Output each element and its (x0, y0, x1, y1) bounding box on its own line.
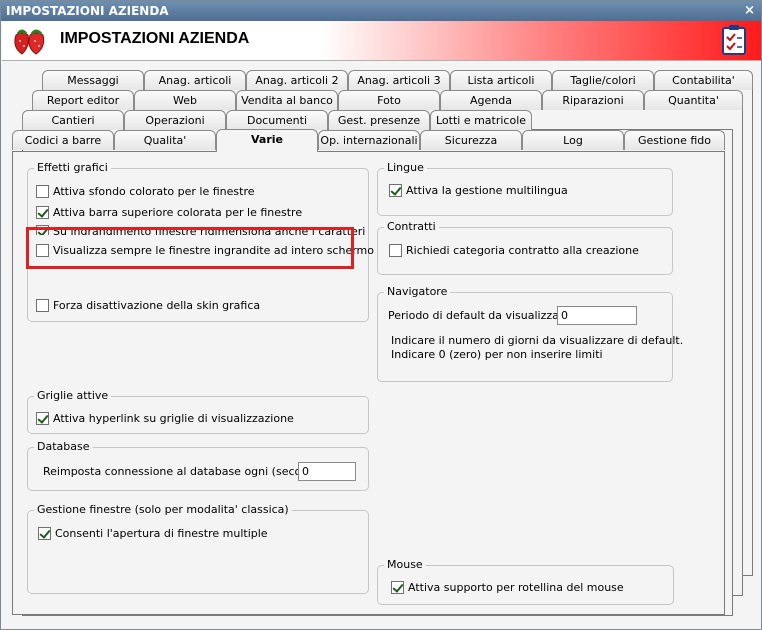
tab-quantita[interactable]: Quantita' (644, 90, 743, 110)
finestre-multiple-checkbox[interactable]: Consenti l'apertura di finestre multiple (38, 527, 268, 540)
navigatore-note-1: Indicare il numero di giorni da visualiz… (391, 334, 684, 347)
checkmark-icon (36, 412, 49, 425)
gestione-finestre-group: Gestione finestre (solo per modalita' cl… (27, 503, 369, 594)
navigatore-label: Navigatore (384, 285, 451, 299)
periodo-default-input[interactable]: 0 (557, 306, 637, 325)
checkbox-icon (36, 299, 49, 312)
lingue-group: Lingue Attiva la gestione multilingua (377, 161, 673, 216)
header-banner: IMPOSTAZIONI AZIENDA (2, 21, 761, 61)
highlight-annotation-box (26, 227, 354, 269)
gestione-finestre-label: Gestione finestre (solo per modalita' cl… (34, 503, 292, 517)
barra-superiore-checkbox[interactable]: Attiva barra superiore colorata per le f… (36, 206, 302, 219)
checkbox-icon (389, 244, 402, 257)
mouse-label: Mouse (384, 558, 426, 572)
header-title: IMPOSTAZIONI AZIENDA (60, 30, 250, 47)
griglie-attive-label: Griglie attive (34, 389, 112, 403)
checkbox-icon (36, 185, 49, 198)
checkbox-label: Forza disattivazione della skin grafica (53, 299, 261, 312)
rotellina-mouse-checkbox[interactable]: Attiva supporto per rotellina del mouse (391, 581, 624, 594)
disattiva-skin-checkbox[interactable]: Forza disattivazione della skin grafica (36, 299, 260, 312)
contratti-group: Contratti Richiedi categoria contratto a… (377, 220, 673, 275)
database-group: Database Reimposta connessione al databa… (27, 440, 369, 491)
settings-window: IMPOSTAZIONI AZIENDA × IMPOSTAZIONI AZIE… (0, 0, 762, 630)
tab-web[interactable]: Web (134, 90, 236, 110)
periodo-default-label: Periodo di default da visualizzare : (388, 309, 578, 322)
effetti-grafici-label: Effetti grafici (34, 161, 111, 175)
mouse-group: Mouse Attiva supporto per rotellina del … (377, 558, 674, 605)
checkbox-label: Attiva la gestione multilingua (406, 184, 568, 197)
strawberry-logo-icon (14, 29, 45, 55)
tab-agenda[interactable]: Agenda (440, 90, 542, 110)
tab-codici-a-barre[interactable]: Codici a barre (12, 130, 114, 150)
checkbox-label: Attiva supporto per rotellina del mouse (408, 581, 624, 594)
tab-gest-presenze[interactable]: Gest. presenze (328, 110, 430, 130)
tab-anag-articoli-2[interactable]: Anag. articoli 2 (246, 70, 348, 90)
checklist-icon (722, 25, 746, 55)
checkbox-label: Consenti l'apertura di finestre multiple (55, 527, 268, 540)
tab-anag-articoli-3[interactable]: Anag. articoli 3 (348, 70, 450, 90)
close-icon[interactable]: × (744, 1, 755, 21)
checkbox-label: Richiedi categoria contratto alla creazi… (406, 244, 639, 257)
tab-varie[interactable]: Varie (216, 129, 318, 152)
tab-report-editor[interactable]: Report editor (32, 90, 134, 110)
reimposta-connessione-label: Reimposta connessione al database ogni (… (43, 465, 330, 478)
sfondo-colorato-checkbox[interactable]: Attiva sfondo colorato per le finestre (36, 185, 255, 198)
tab-foto[interactable]: Foto (338, 90, 440, 110)
tab-lista-articoli[interactable]: Lista articoli (450, 70, 552, 90)
tab-sicurezza[interactable]: Sicurezza (420, 130, 522, 150)
tab-gestione-fido[interactable]: Gestione fido (624, 130, 725, 150)
tab-lotti-e-matricole[interactable]: Lotti e matricole (430, 110, 532, 130)
checkmark-icon (389, 184, 402, 197)
checkmark-icon (391, 581, 404, 594)
tab-anag-articoli[interactable]: Anag. articoli (144, 70, 246, 90)
tab-vendita-al-banco[interactable]: Vendita al banco (236, 90, 338, 110)
tab-riparazioni[interactable]: Riparazioni (542, 90, 644, 110)
categoria-contratto-checkbox[interactable]: Richiedi categoria contratto alla creazi… (389, 244, 639, 257)
griglie-attive-group: Griglie attive Attiva hyperlink su grigl… (27, 389, 369, 434)
window-title: IMPOSTAZIONI AZIENDA (6, 4, 169, 18)
tab-taglie-colori[interactable]: Taglie/colori (552, 70, 654, 90)
tab-qualita[interactable]: Qualita' (114, 130, 216, 150)
hyperlink-griglie-checkbox[interactable]: Attiva hyperlink su griglie di visualizz… (36, 412, 294, 425)
checkbox-label: Attiva sfondo colorato per le finestre (53, 185, 255, 198)
varie-tab-panel: Effetti grafici Attiva sfondo colorato p… (12, 151, 725, 615)
navigatore-group: Navigatore Periodo di default da visuali… (377, 285, 683, 382)
checkbox-label: Attiva barra superiore colorata per le f… (53, 206, 303, 219)
tab-log[interactable]: Log (522, 130, 624, 150)
tab-operazioni[interactable]: Operazioni (124, 110, 226, 130)
navigatore-note-2: Indicare 0 (zero) per non inserire limit… (391, 348, 603, 361)
contratti-label: Contratti (384, 220, 439, 234)
checkbox-label: Attiva hyperlink su griglie di visualizz… (53, 412, 294, 425)
reimposta-connessione-input[interactable]: 0 (298, 462, 356, 481)
tab-contabilita[interactable]: Contabilita' (654, 70, 753, 90)
database-label: Database (34, 440, 93, 454)
checkmark-icon (38, 527, 51, 540)
multilingua-checkbox[interactable]: Attiva la gestione multilingua (389, 184, 568, 197)
checkmark-icon (36, 206, 49, 219)
lingue-label: Lingue (384, 161, 427, 175)
title-bar: IMPOSTAZIONI AZIENDA × (1, 1, 761, 21)
tab-messaggi[interactable]: Messaggi (42, 70, 144, 90)
tab-cantieri[interactable]: Cantieri (22, 110, 124, 130)
tab-documenti[interactable]: Documenti (226, 110, 328, 130)
tab-op-internazionali[interactable]: Op. internazionali (318, 130, 420, 150)
